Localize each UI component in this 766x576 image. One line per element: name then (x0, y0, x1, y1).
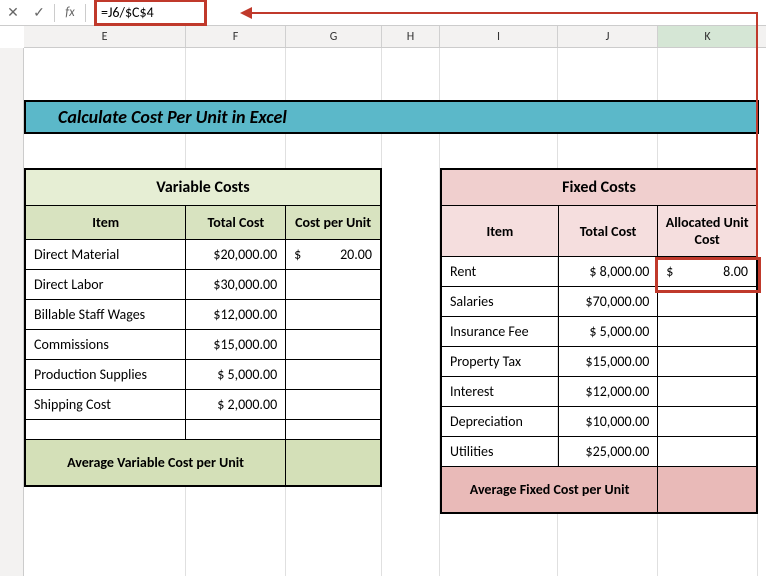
cell-item[interactable]: Insurance Fee (441, 317, 558, 347)
cell-item[interactable]: Commissions (25, 330, 186, 360)
cell-total[interactable]: $15,000.00 (558, 347, 658, 377)
fixed-footer-label: Average Fixed Cost per Unit (441, 467, 658, 514)
variable-group-header: Variable Costs (25, 169, 381, 206)
cell-item[interactable]: Depreciation (441, 407, 558, 437)
table-row: Direct Material $20,000.00 $20.00 (25, 240, 381, 270)
table-row: Insurance Fee $ 5,000.00 (441, 317, 757, 347)
row-header-gutter (0, 48, 24, 576)
cell-item[interactable]: Utilities (441, 437, 558, 467)
col-header-K[interactable]: K (658, 26, 758, 47)
per-value: 8.00 (723, 263, 748, 280)
page-title: Calculate Cost Per Unit in Excel (24, 100, 759, 134)
cell-total[interactable]: $20,000.00 (186, 240, 286, 270)
cell-item[interactable]: Direct Labor (25, 270, 186, 300)
variable-footer-row: Average Variable Cost per Unit (25, 440, 381, 487)
cell-item[interactable]: Rent (441, 257, 558, 287)
cell-total[interactable]: $10,000.00 (558, 407, 658, 437)
cell-per[interactable] (286, 360, 381, 390)
variable-footer-label: Average Variable Cost per Unit (25, 440, 286, 487)
cell-per[interactable] (286, 300, 381, 330)
cell-per[interactable] (286, 330, 381, 360)
cell-per[interactable]: $20.00 (286, 240, 381, 270)
cell-item[interactable]: Property Tax (441, 347, 558, 377)
col-header-H[interactable]: H (382, 26, 440, 47)
cell-total[interactable]: $70,000.00 (558, 287, 658, 317)
cell-total[interactable]: $12,000.00 (186, 300, 286, 330)
cell-item[interactable] (25, 420, 186, 440)
table-row: Rent $ 8,000.00 $8.00 (441, 257, 757, 287)
fixed-col-item: Item (441, 206, 558, 257)
formula-input-area[interactable]: =J6/$C$4 (88, 0, 766, 26)
cell-item[interactable]: Interest (441, 377, 558, 407)
cancel-icon[interactable]: ✕ (0, 0, 26, 26)
divider (85, 4, 86, 22)
table-row: Property Tax $15,000.00 (441, 347, 757, 377)
table-row: Shipping Cost $ 2,000.00 (25, 390, 381, 420)
fx-icon[interactable]: fx (57, 0, 83, 26)
table-row: Commissions $15,000.00 (25, 330, 381, 360)
cell-item[interactable]: Direct Material (25, 240, 186, 270)
cell-per[interactable] (286, 390, 381, 420)
cell-per[interactable] (658, 407, 757, 437)
col-header-J[interactable]: J (558, 26, 658, 47)
cell-total[interactable]: $12,000.00 (558, 377, 658, 407)
cell-per[interactable] (286, 270, 381, 300)
table-row: Production Supplies $ 5,000.00 (25, 360, 381, 390)
formula-bar: ✕ ✓ fx =J6/$C$4 (0, 0, 766, 26)
variable-col-total: Total Cost (186, 206, 286, 240)
cell-item[interactable]: Salaries (441, 287, 558, 317)
fixed-col-per: Allocated Unit Cost (658, 206, 757, 257)
cell-total[interactable]: $30,000.00 (186, 270, 286, 300)
cell-item[interactable]: Shipping Cost (25, 390, 186, 420)
table-row: Interest $12,000.00 (441, 377, 757, 407)
fixed-footer-row: Average Fixed Cost per Unit (441, 467, 757, 514)
cell-total[interactable]: $ 2,000.00 (186, 390, 286, 420)
col-header-F[interactable]: F (186, 26, 286, 47)
cell-item[interactable]: Billable Staff Wages (25, 300, 186, 330)
currency: $ (666, 263, 673, 280)
confirm-icon[interactable]: ✓ (26, 0, 52, 26)
cell-total[interactable]: $ 5,000.00 (558, 317, 658, 347)
fixed-footer-value[interactable] (658, 467, 757, 514)
cell-total[interactable] (186, 420, 286, 440)
cell-per[interactable] (658, 347, 757, 377)
fixed-group-header: Fixed Costs (441, 169, 757, 206)
cell-total[interactable]: $ 5,000.00 (186, 360, 286, 390)
cell-per[interactable] (658, 377, 757, 407)
per-value: 20.00 (340, 246, 372, 263)
cell-total[interactable]: $25,000.00 (558, 437, 658, 467)
col-header-E[interactable]: E (24, 26, 186, 47)
cell-total[interactable]: $ 8,000.00 (558, 257, 658, 287)
fixed-col-total: Total Cost (558, 206, 658, 257)
table-row: Depreciation $10,000.00 (441, 407, 757, 437)
cell-total[interactable]: $15,000.00 (186, 330, 286, 360)
table-row (25, 420, 381, 440)
cell-per[interactable] (658, 437, 757, 467)
table-row: Direct Labor $30,000.00 (25, 270, 381, 300)
currency: $ (294, 246, 301, 263)
divider (54, 4, 55, 22)
variable-col-per: Cost per Unit (286, 206, 381, 240)
cell-per[interactable] (658, 317, 757, 347)
fixed-costs-table: Fixed Costs Item Total Cost Allocated Un… (440, 168, 758, 514)
col-header-G[interactable]: G (286, 26, 382, 47)
cell-per[interactable] (658, 287, 757, 317)
sheet-area[interactable]: Calculate Cost Per Unit in Excel Variabl… (24, 48, 766, 576)
col-header-I[interactable]: I (440, 26, 558, 47)
cell-per-selected[interactable]: $8.00 (658, 257, 757, 287)
variable-costs-table: Variable Costs Item Total Cost Cost per … (24, 168, 382, 487)
variable-footer-value[interactable] (286, 440, 381, 487)
cell-item[interactable]: Production Supplies (25, 360, 186, 390)
table-row: Billable Staff Wages $12,000.00 (25, 300, 381, 330)
cell-per[interactable] (286, 420, 381, 440)
column-header-row: E F G H I J K (24, 26, 766, 48)
formula-text: =J6/$C$4 (94, 0, 207, 26)
variable-col-item: Item (25, 206, 186, 240)
table-row: Utilities $25,000.00 (441, 437, 757, 467)
table-row: Salaries $70,000.00 (441, 287, 757, 317)
